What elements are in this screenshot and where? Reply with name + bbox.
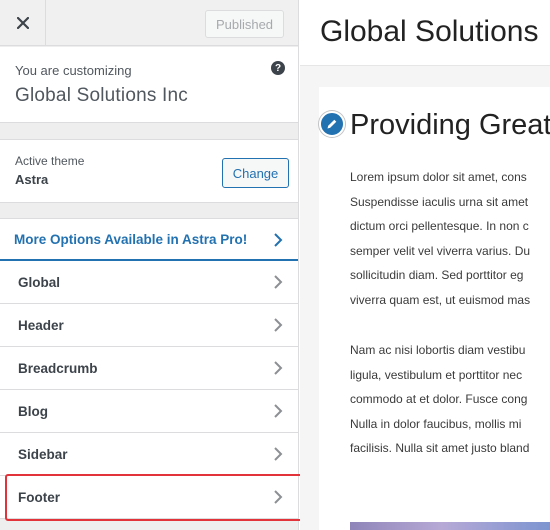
menu-item-blog[interactable]: Blog [0,390,298,433]
help-icon[interactable]: ? [271,61,285,75]
menu-item-astra-pro[interactable]: More Options Available in Astra Pro! [0,218,298,261]
post-title[interactable]: Providing Great [350,109,550,142]
menu-item-header[interactable]: Header [0,304,298,347]
chevron-right-icon [274,490,283,504]
preview-header: Global Solutions [300,0,550,66]
menu-item-label: Global [18,274,61,290]
menu-item-label: Breadcrumb [18,360,98,376]
paragraph-line: dictum orci pellentesque. In non c [350,219,529,233]
customizer-sidebar: Published You are customizing Global Sol… [0,0,299,530]
post-image [350,522,550,530]
close-icon [16,17,29,29]
menu-item-global[interactable]: Global [0,261,298,304]
pencil-icon [327,119,337,129]
chevron-right-icon [274,404,283,418]
customizer-menu: More Options Available in Astra Pro! Glo… [0,218,298,519]
paragraph-line: semper velit vel viverra varius. Du [350,243,531,258]
menu-item-breadcrumb[interactable]: Breadcrumb [0,347,298,390]
paragraph-line: Suspendisse iaculis urna sit amet [350,194,529,209]
published-button[interactable]: Published [205,10,284,38]
close-button[interactable] [0,0,46,46]
change-theme-button[interactable]: Change [222,158,289,188]
post-paragraph: Lorem ipsum dolor sit amet, cons Suspend… [350,165,550,312]
chevron-right-icon [274,361,283,375]
menu-item-label: Blog [18,403,48,419]
active-theme-label: Active theme [15,154,85,168]
edit-shortcut-button[interactable] [319,111,345,137]
menu-item-label: Header [18,317,64,333]
paragraph-line: Nam ac nisi lobortis diam vestibu [350,343,526,357]
paragraph-line: viverra quam est, ut euismod mas [350,292,531,307]
paragraph-line: sollicitudin diam. Sed porttitor eg [350,268,524,282]
paragraph-line: commodo at et dolor. Fusce cong [350,392,528,406]
customizing-label: You are customizing [15,63,132,78]
paragraph-line: Lorem ipsum dolor sit amet, cons [350,170,527,184]
chevron-right-icon [274,318,283,332]
chevron-right-icon [274,447,283,461]
post-card: Providing Great Lorem ipsum dolor sit am… [319,87,550,530]
paragraph-line: Nulla in dolor faucibus, mollis mi [350,416,522,431]
site-name: Global Solutions Inc [15,85,188,106]
paragraph-line: ligula, vestibulum et porttitor nec [350,367,523,382]
customizing-info: You are customizing Global Solutions Inc… [0,47,298,123]
site-preview: Global Solutions Providing Great Lorem i… [300,0,550,530]
paragraph-line: facilisis. Nulla sit amet justo bland [350,441,530,455]
preview-site-title[interactable]: Global Solutions [320,15,538,49]
menu-item-label: Footer [18,489,60,505]
theme-name: Astra [15,172,49,187]
chevron-right-icon [274,275,283,289]
menu-item-label: Sidebar [18,446,68,462]
menu-item-sidebar[interactable]: Sidebar [0,433,298,476]
menu-item-footer[interactable]: Footer [0,476,298,519]
menu-item-label: More Options Available in Astra Pro! [14,231,248,247]
post-paragraph: Nam ac nisi lobortis diam vestibu ligula… [350,338,550,461]
customizer-topbar: Published [0,0,298,46]
active-theme-panel: Active theme Astra Change [0,139,298,203]
chevron-right-icon [274,233,283,247]
